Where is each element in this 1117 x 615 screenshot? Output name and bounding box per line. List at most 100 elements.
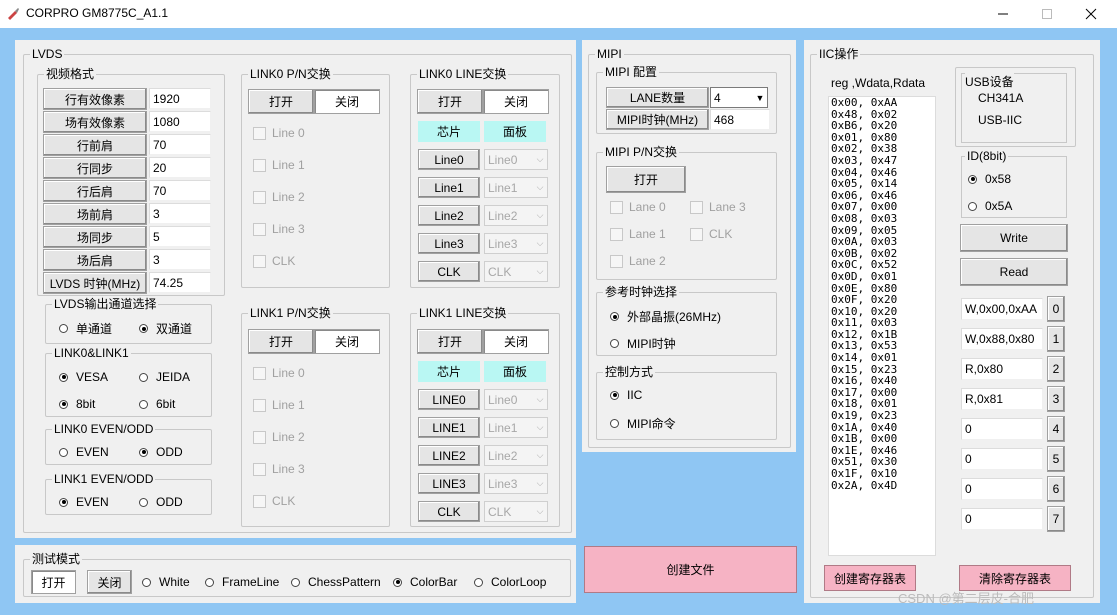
- link1-pn-checkbox[interactable]: Line 1: [253, 398, 305, 412]
- test-mode-radio[interactable]: ChessPattern: [291, 575, 381, 589]
- panel-line-select[interactable]: Line0 ⌵: [484, 389, 548, 410]
- link0-pn-checkbox[interactable]: Line 2: [253, 190, 305, 204]
- iic-command-input[interactable]: 0: [961, 448, 1043, 470]
- panel-line-select[interactable]: Line1 ⌵: [484, 417, 548, 438]
- link0-pn-checkbox[interactable]: Line 3: [253, 222, 305, 236]
- test-mode-radio[interactable]: FrameLine: [205, 575, 279, 589]
- video-format-input[interactable]: 70: [149, 180, 211, 201]
- iic-command-send-button[interactable]: 0: [1047, 296, 1065, 322]
- mipi-pn-open-button[interactable]: 打开: [606, 166, 686, 193]
- radio-single-channel[interactable]: 单通道: [59, 320, 112, 337]
- panel-line-select[interactable]: CLK ⌵: [484, 261, 548, 282]
- radio-link1-even[interactable]: EVEN: [59, 495, 109, 509]
- radio-mipi-clock[interactable]: MIPI时钟: [610, 335, 676, 352]
- register-list-item[interactable]: 0x00, 0xAA: [829, 97, 935, 109]
- link1-pn-open-button[interactable]: 打开: [248, 329, 314, 354]
- write-button[interactable]: Write: [960, 224, 1068, 252]
- register-list-item[interactable]: 0x0F, 0x20: [829, 294, 935, 306]
- iic-command-send-button[interactable]: 2: [1047, 356, 1065, 382]
- read-button[interactable]: Read: [960, 258, 1068, 286]
- radio-mipi-command[interactable]: MIPI命令: [610, 415, 676, 432]
- iic-command-input[interactable]: W,0x88,0x80: [961, 328, 1043, 350]
- maximize-button[interactable]: [1024, 0, 1070, 28]
- video-format-input[interactable]: 1080: [149, 111, 211, 132]
- minimize-button[interactable]: [980, 0, 1026, 28]
- link1-pn-checkbox[interactable]: Line 2: [253, 430, 305, 444]
- video-format-input[interactable]: 1920: [149, 88, 211, 109]
- link1-pn-checkbox[interactable]: Line 3: [253, 462, 305, 476]
- video-format-input[interactable]: 70: [149, 134, 211, 155]
- test-mode-close-button[interactable]: 关闭: [87, 570, 132, 594]
- panel-line-select[interactable]: Line3 ⌵: [484, 473, 548, 494]
- link0-pn-close-button[interactable]: 关闭: [314, 89, 380, 114]
- mipi-clk-checkbox[interactable]: CLK: [690, 227, 732, 241]
- iic-command-input[interactable]: 0: [961, 508, 1043, 530]
- iic-command-input[interactable]: 0: [961, 418, 1043, 440]
- radio-vesa[interactable]: VESA: [59, 370, 108, 384]
- mipi-clock-input[interactable]: 468: [710, 109, 770, 130]
- radio-iic[interactable]: IIC: [610, 388, 642, 402]
- link0-line-close-button[interactable]: 关闭: [483, 89, 549, 114]
- radio-6bit[interactable]: 6bit: [139, 397, 175, 411]
- test-mode-open-button[interactable]: 打开: [31, 570, 76, 594]
- iic-command-send-button[interactable]: 3: [1047, 386, 1065, 412]
- radio-dual-channel[interactable]: 双通道: [139, 320, 192, 337]
- link1-pn-close-button[interactable]: 关闭: [314, 329, 380, 354]
- link0-pn-checkbox[interactable]: CLK: [253, 254, 295, 268]
- video-format-input[interactable]: 3: [149, 203, 211, 224]
- link1-pn-checkbox[interactable]: CLK: [253, 494, 295, 508]
- radio-link0-even[interactable]: EVEN: [59, 445, 109, 459]
- panel-line-select[interactable]: CLK ⌵: [484, 501, 548, 522]
- link0-pn-checkbox[interactable]: Line 1: [253, 158, 305, 172]
- register-list-item[interactable]: 0x0D, 0x01: [829, 271, 935, 283]
- panel-line-select[interactable]: Line0 ⌵: [484, 149, 548, 170]
- link1-line-open-button[interactable]: 打开: [417, 329, 483, 354]
- radio-link0-odd[interactable]: ODD: [139, 445, 183, 459]
- iic-command-send-button[interactable]: 6: [1047, 476, 1065, 502]
- iic-command-input[interactable]: 0: [961, 478, 1043, 500]
- link0-pn-open-button[interactable]: 打开: [248, 89, 314, 114]
- video-format-input[interactable]: 20: [149, 157, 211, 178]
- create-file-button[interactable]: 创建文件: [584, 546, 797, 593]
- register-list-item[interactable]: 0x1F, 0x10: [829, 468, 935, 480]
- link0-line-open-button[interactable]: 打开: [417, 89, 483, 114]
- iic-command-input[interactable]: R,0x81: [961, 388, 1043, 410]
- iic-command-send-button[interactable]: 7: [1047, 506, 1065, 532]
- close-button[interactable]: [1068, 0, 1114, 28]
- iic-command-send-button[interactable]: 4: [1047, 416, 1065, 442]
- link0-pn-checkbox[interactable]: Line 0: [253, 126, 305, 140]
- panel-line-select[interactable]: Line1 ⌵: [484, 177, 548, 198]
- test-mode-radio[interactable]: White: [142, 575, 190, 589]
- lane2-checkbox[interactable]: Lane 2: [610, 254, 666, 268]
- radio-jeida[interactable]: JEIDA: [139, 370, 190, 384]
- register-list-item[interactable]: 0x05, 0x14: [829, 178, 935, 190]
- test-mode-radio[interactable]: ColorLoop: [474, 575, 546, 589]
- link1-pn-checkbox[interactable]: Line 0: [253, 366, 305, 380]
- register-list-item[interactable]: 0x19, 0x23: [829, 410, 935, 422]
- radio-id-0x5a[interactable]: 0x5A: [968, 199, 1012, 213]
- radio-link1-odd[interactable]: ODD: [139, 495, 183, 509]
- iic-command-input[interactable]: R,0x80: [961, 358, 1043, 380]
- iic-command-send-button[interactable]: 5: [1047, 446, 1065, 472]
- video-format-input[interactable]: 74.25: [149, 272, 211, 293]
- register-list[interactable]: 0x00, 0xAA 0x48, 0x02 0xB6, 0x20 0x01, 0x80…: [828, 96, 936, 556]
- iic-command-send-button[interactable]: 1: [1047, 326, 1065, 352]
- register-list-item[interactable]: 0x0A, 0x03: [829, 236, 935, 248]
- register-list-item[interactable]: 0x2A, 0x4D: [829, 479, 935, 492]
- iic-command-input[interactable]: W,0x00,0xAA: [961, 298, 1043, 320]
- radio-id-0x58[interactable]: 0x58: [968, 172, 1011, 186]
- radio-8bit[interactable]: 8bit: [59, 397, 95, 411]
- register-list-item[interactable]: 0x08, 0x03: [829, 213, 935, 225]
- panel-line-select[interactable]: Line2 ⌵: [484, 445, 548, 466]
- lane1-checkbox[interactable]: Lane 1: [610, 227, 666, 241]
- test-mode-radio[interactable]: ColorBar: [393, 575, 457, 589]
- lane-count-select[interactable]: 4 ▼: [710, 87, 768, 108]
- link1-line-close-button[interactable]: 关闭: [483, 329, 549, 354]
- panel-line-select[interactable]: Line2 ⌵: [484, 205, 548, 226]
- register-list-item[interactable]: 0x14, 0x01: [829, 352, 935, 364]
- panel-line-select[interactable]: Line3 ⌵: [484, 233, 548, 254]
- video-format-input[interactable]: 3: [149, 249, 211, 270]
- lane0-checkbox[interactable]: Lane 0: [610, 200, 666, 214]
- lane3-checkbox[interactable]: Lane 3: [690, 200, 746, 214]
- video-format-input[interactable]: 5: [149, 226, 211, 247]
